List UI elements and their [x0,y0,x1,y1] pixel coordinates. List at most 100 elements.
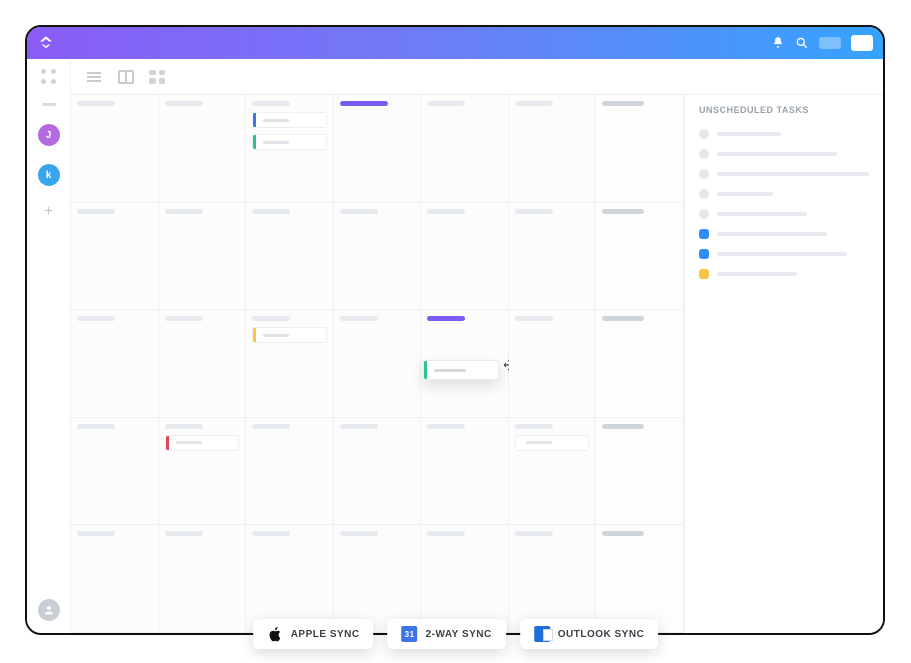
calendar-cell[interactable] [596,310,684,418]
outlook-sync-chip[interactable]: OUTLOOK SYNC [520,619,659,649]
day-marker [77,316,115,321]
main-area: UNSCHEDULED TASKS [71,59,883,633]
header-pill-2[interactable] [851,35,873,51]
day-marker [427,424,465,429]
calendar-event[interactable] [252,327,327,343]
sidebar-divider [42,103,56,106]
day-marker [515,316,553,321]
calendar-cell[interactable] [596,203,684,311]
clickup-logo-icon [37,34,55,52]
calendar-cell[interactable] [159,525,247,633]
calendar-cell[interactable] [71,95,159,203]
calendar-cell[interactable] [246,95,334,203]
status-dot-icon [699,189,709,199]
unscheduled-task[interactable] [699,249,869,259]
task-title-placeholder [717,152,837,156]
calendar-cell[interactable] [246,525,334,633]
calendar-event[interactable] [252,112,327,128]
unscheduled-task[interactable] [699,229,869,239]
user-avatar-k[interactable]: k [38,164,60,186]
bell-icon[interactable] [771,36,785,50]
list-view-icon[interactable] [85,70,103,84]
day-marker [515,101,553,106]
calendar-grid[interactable] [71,95,685,633]
view-toolbar [71,59,883,95]
calendar-cell[interactable] [421,525,509,633]
header-pill-1[interactable] [819,37,841,49]
calendar-cell[interactable] [334,418,422,526]
calendar-cell[interactable] [596,95,684,203]
user-avatar-j[interactable]: J [38,124,60,146]
calendar-cell[interactable] [509,310,597,418]
apple-icon [267,626,283,642]
calendar-cell[interactable] [421,203,509,311]
day-marker [427,209,465,214]
calendar-cell[interactable] [421,310,509,418]
day-marker [340,424,378,429]
calendar-event[interactable] [165,435,240,451]
unscheduled-task[interactable] [699,129,869,139]
search-icon[interactable] [795,36,809,50]
status-dot-icon [699,209,709,219]
day-marker [165,101,203,106]
apps-icon[interactable] [41,69,57,85]
calendar-cell[interactable] [421,95,509,203]
calendar-cell[interactable] [421,418,509,526]
day-marker [252,531,290,536]
unscheduled-task[interactable] [699,269,869,279]
calendar-cell[interactable] [509,95,597,203]
calendar-cell[interactable] [71,525,159,633]
calendar-cell[interactable] [246,418,334,526]
calendar-cell[interactable] [596,418,684,526]
apple-sync-label: APPLE SYNC [291,629,360,640]
calendar-cell[interactable] [159,418,247,526]
unscheduled-task[interactable] [699,209,869,219]
day-marker [602,424,644,429]
top-bar [27,27,883,59]
calendar-cell[interactable] [509,203,597,311]
app-window: J k + UNSCHE [25,25,885,635]
dragging-event[interactable] [423,360,499,380]
google-sync-label: 2-WAY SYNC [426,629,492,640]
board-view-icon[interactable] [117,70,135,84]
task-title-placeholder [717,212,807,216]
calendar-cell[interactable] [159,310,247,418]
outlook-icon [534,626,550,642]
google-sync-chip[interactable]: 31 2-WAY SYNC [388,619,506,649]
task-title-placeholder [717,252,847,256]
apple-sync-chip[interactable]: APPLE SYNC [253,619,374,649]
calendar-cell[interactable] [509,525,597,633]
add-space-button[interactable]: + [44,204,53,220]
day-marker [252,209,290,214]
calendar-cell[interactable] [71,418,159,526]
calendar-event[interactable] [515,435,590,451]
day-marker [515,209,553,214]
calendar-cell[interactable] [159,95,247,203]
calendar-cell[interactable] [596,525,684,633]
grid-view-icon[interactable] [149,70,165,84]
unscheduled-task[interactable] [699,169,869,179]
calendar-cell[interactable] [71,203,159,311]
task-title-placeholder [717,172,869,176]
day-marker [165,316,203,321]
calendar-cell[interactable] [334,203,422,311]
calendar-cell[interactable] [71,310,159,418]
calendar-event[interactable] [252,134,327,150]
day-marker [340,316,378,321]
calendar-cell[interactable] [246,203,334,311]
calendar-cell[interactable] [159,203,247,311]
calendar-cell[interactable] [334,310,422,418]
profile-icon[interactable] [38,599,60,621]
day-marker [602,209,644,214]
unscheduled-task[interactable] [699,189,869,199]
calendar-cell[interactable] [334,525,422,633]
day-marker [165,209,203,214]
task-title-placeholder [717,192,773,196]
day-marker [427,316,465,321]
calendar-cell[interactable] [509,418,597,526]
unscheduled-task[interactable] [699,149,869,159]
calendar-cell[interactable] [334,95,422,203]
day-marker [77,424,115,429]
calendar-cell[interactable] [246,310,334,418]
day-marker [252,316,290,321]
